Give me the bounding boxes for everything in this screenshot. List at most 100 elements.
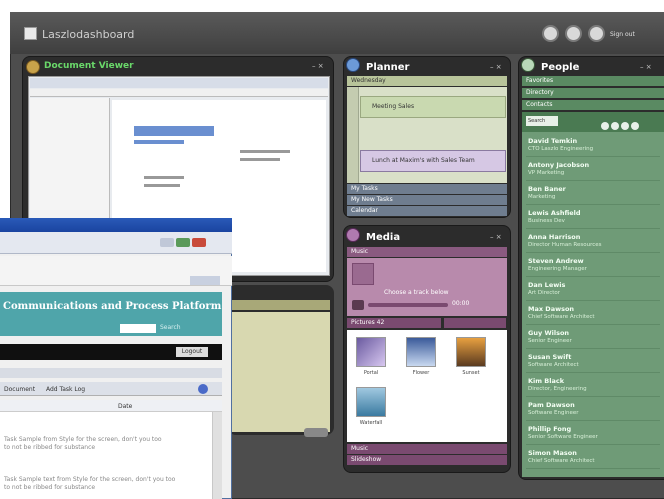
go-button[interactable] [160, 238, 174, 247]
person-role: Marketing [528, 194, 556, 200]
thumbnail[interactable] [356, 337, 386, 367]
thumbnail-label: Waterfall [359, 420, 383, 426]
people-list-item[interactable]: Ben Baner Marketing [526, 182, 660, 205]
planner-controls[interactable]: – × [490, 63, 502, 71]
preferences-button[interactable] [565, 25, 582, 42]
people-list-item[interactable]: Phillip Fong Senior Software Engineer [526, 422, 660, 445]
people-list-item[interactable]: Guy Wilson Senior Engineer [526, 326, 660, 349]
person-name: Dan Lewis [528, 281, 566, 289]
thumbnail-label: Sunset [462, 370, 480, 376]
people-list-item[interactable]: Susan Swift Software Architect [526, 350, 660, 373]
doc-text-line [240, 150, 290, 153]
people-tab-favorites[interactable]: Favorites [522, 76, 664, 86]
thumbnail[interactable] [406, 337, 436, 367]
person-name: Phillip Fong [528, 425, 572, 433]
overlay-app-title: Communications and Process Platform [3, 301, 222, 312]
people-list-item[interactable]: Simon Mason Chief Software Architect [526, 446, 660, 469]
person-name: Anna Harrison [528, 233, 581, 241]
people-tab-contacts[interactable]: Contacts [522, 100, 664, 110]
overlay-search-row [0, 320, 222, 336]
media-nav-buttons[interactable] [444, 318, 506, 328]
person-role: Director, Engineering [528, 386, 587, 392]
person-role: Senior Software Engineer [528, 434, 598, 440]
people-list-item[interactable]: Antony Jacobson VP Marketing [526, 158, 660, 181]
media-icon [346, 228, 360, 242]
people-list-item[interactable]: Lewis Ashfield Business Dev [526, 206, 660, 229]
panel-controls[interactable]: – × [312, 62, 324, 70]
planner-tab-tasks[interactable]: My Tasks [347, 184, 507, 194]
people-list-item[interactable]: Kim Black Director, Engineering [526, 374, 660, 397]
person-name: Susan Swift [528, 353, 572, 361]
thumbnail-label: Flower [412, 370, 430, 376]
person-name: David Temkin [528, 137, 578, 145]
person-role: Chief Software Architect [528, 458, 595, 464]
overlay-search-input[interactable] [120, 324, 156, 333]
people-tab-directory[interactable]: Directory [522, 88, 664, 98]
media-tab-music-footer[interactable]: Music [347, 444, 507, 454]
overlay-scrollbar[interactable] [212, 412, 222, 499]
person-role: Director Human Resources [528, 242, 602, 248]
person-role: Chief Software Architect [528, 314, 595, 320]
task-row-subtext: to not be ribbed for substance [4, 484, 96, 491]
browser-address-bar[interactable] [30, 89, 328, 97]
notes-button[interactable] [304, 428, 328, 437]
people-nav-buttons[interactable] [600, 116, 640, 130]
logout-button[interactable]: Logout [176, 347, 208, 357]
people-list-items: David Temkin CTO Laszlo Engineering Antony… [526, 134, 660, 474]
media-controls[interactable]: – × [490, 233, 502, 241]
power-button[interactable] [588, 25, 605, 42]
task-row-text[interactable]: Task Sample text from Style for the scre… [4, 476, 175, 483]
add-icon[interactable] [198, 384, 208, 394]
people-title: People [541, 62, 580, 73]
person-name: Guy Wilson [528, 329, 570, 337]
document-title: Document Viewer [44, 61, 134, 71]
people-search-input[interactable]: Search [526, 116, 558, 126]
planner-day-header: Wednesday [347, 76, 507, 86]
doc-heading [134, 126, 214, 136]
overlay-table-header [0, 400, 222, 412]
people-list-item[interactable]: David Temkin CTO Laszlo Engineering [526, 134, 660, 157]
app-logo: Laszlodashboard [42, 28, 135, 41]
doc-text-line [144, 176, 184, 179]
thumbnail[interactable] [456, 337, 486, 367]
person-role: CTO Laszlo Engineering [528, 146, 594, 152]
planner-tab-new-tasks[interactable]: My New Tasks [347, 195, 507, 205]
help-button[interactable] [542, 25, 559, 42]
overlay-search-button[interactable]: Search [160, 324, 181, 331]
column-date: Date [118, 403, 133, 410]
media-track-label: Choose a track below [384, 289, 449, 296]
browser-toolbar [30, 78, 328, 88]
media-tab-slideshow[interactable]: Slideshow [347, 455, 507, 465]
person-role: Art Director [528, 290, 561, 296]
people-list-item[interactable]: Pam Dawson Software Engineer [526, 398, 660, 421]
person-role: VP Marketing [528, 170, 565, 176]
people-list-item[interactable]: Max Dawson Chief Software Architect [526, 302, 660, 325]
people-list-item[interactable]: Steven Andrew Engineering Manager [526, 254, 660, 277]
thumbnail[interactable] [356, 387, 386, 417]
signout-link[interactable]: Sign out [610, 31, 635, 38]
people-list-item[interactable]: Anna Harrison Director Human Resources [526, 230, 660, 253]
planner-tab-calendar[interactable]: Calendar [347, 206, 507, 216]
person-role: Senior Engineer [528, 338, 572, 344]
track-progress[interactable] [368, 303, 448, 307]
tab-document[interactable]: Document [4, 386, 35, 393]
media-tab-music[interactable]: Music [347, 247, 507, 257]
person-name: Ben Baner [528, 185, 566, 193]
refresh-button[interactable] [176, 238, 190, 247]
overlay-titlebar [0, 218, 232, 232]
play-button[interactable] [352, 300, 364, 310]
media-category[interactable]: Pictures 42 [347, 318, 441, 328]
doc-text-line [240, 158, 280, 161]
task-row-text[interactable]: Task Sample from Style for the screen, d… [4, 436, 162, 443]
planner-hours [347, 87, 359, 183]
person-name: Max Dawson [528, 305, 575, 313]
people-list-item[interactable]: Dan Lewis Art Director [526, 278, 660, 301]
logo-icon [24, 27, 37, 40]
planner-icon [346, 58, 360, 72]
page-tools-button[interactable] [190, 276, 220, 285]
tab-add-task-log[interactable]: Add Task Log [46, 386, 85, 393]
person-name: Steven Andrew [528, 257, 584, 265]
person-role: Engineering Manager [528, 266, 587, 272]
people-controls[interactable]: – × [640, 63, 652, 71]
stop-button[interactable] [192, 238, 206, 247]
